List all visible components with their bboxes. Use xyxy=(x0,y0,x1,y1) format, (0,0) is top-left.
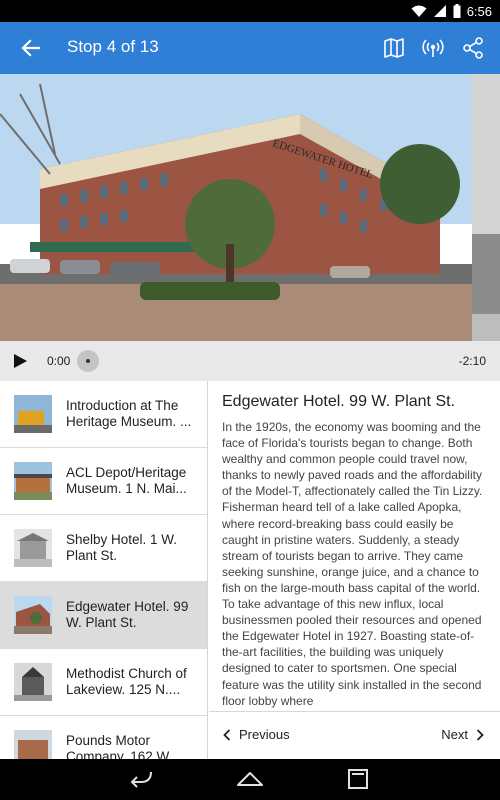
elapsed-time: 0:00 xyxy=(47,354,71,368)
seek-slider-handle[interactable] xyxy=(77,350,99,372)
audio-player: 0:00 -2:10 xyxy=(0,341,500,381)
stop-item[interactable]: Shelby Hotel. 1 W. Plant St. xyxy=(0,515,207,582)
next-label: Next xyxy=(441,727,468,742)
play-icon[interactable] xyxy=(10,351,30,371)
stop-label: ACL Depot/Heritage Museum. 1 N. Mai... xyxy=(66,465,187,496)
chevron-left-icon xyxy=(223,728,231,741)
stop-thumbnail xyxy=(14,596,52,634)
stop-thumbnail xyxy=(14,663,52,701)
wifi-icon xyxy=(411,5,427,17)
stop-thumbnail xyxy=(14,395,52,433)
share-icon[interactable] xyxy=(460,35,486,61)
clock: 6:56 xyxy=(466,3,492,19)
stop-label: Introduction at The Heritage Museum. ... xyxy=(66,398,192,429)
recents-icon[interactable] xyxy=(343,768,373,790)
system-nav-bar xyxy=(0,759,500,800)
stop-item[interactable]: ACL Depot/Heritage Museum. 1 N. Mai... xyxy=(0,448,207,515)
stop-detail-title: Edgewater Hotel. 99 W. Plant St. xyxy=(222,393,456,410)
broadcast-icon[interactable] xyxy=(420,35,446,61)
app-bar: Stop 4 of 13 xyxy=(0,22,500,74)
stop-detail: Edgewater Hotel. 99 W. Plant St. In the … xyxy=(209,381,500,711)
map-icon[interactable] xyxy=(381,35,407,61)
remaining-time: -2:10 xyxy=(458,354,486,368)
home-icon[interactable] xyxy=(235,768,265,790)
stop-label: Edgewater Hotel. 99 W. Plant St. xyxy=(66,599,189,630)
stop-detail-body: In the 1920s, the economy was booming an… xyxy=(222,420,483,708)
stop-thumbnail xyxy=(14,730,52,759)
stop-label: Methodist Church of Lakeview. 125 N.... xyxy=(66,666,187,697)
stop-label: Pounds Motor Company. 162 W... xyxy=(66,733,180,759)
stop-item[interactable]: Pounds Motor Company. 162 W... xyxy=(0,716,207,759)
stop-thumbnail xyxy=(14,462,52,500)
page-title: Stop 4 of 13 xyxy=(67,37,159,56)
back-icon[interactable] xyxy=(127,768,157,790)
edgewater-hotel-photo: EDGEWATER HOTEL xyxy=(0,74,472,341)
previous-label: Previous xyxy=(239,727,290,742)
stop-navigation: Previous Next xyxy=(209,711,500,759)
stop-item[interactable]: Methodist Church of Lakeview. 125 N.... xyxy=(0,649,207,716)
chevron-right-icon xyxy=(476,728,484,741)
back-arrow-icon[interactable] xyxy=(18,35,44,61)
stop-label: Shelby Hotel. 1 W. Plant St. xyxy=(66,532,178,563)
signal-icon xyxy=(433,5,446,17)
stop-photo: EDGEWATER HOTEL xyxy=(0,74,472,341)
stop-item[interactable]: Introduction at The Heritage Museum. ... xyxy=(0,381,207,448)
next-photo-peek xyxy=(472,74,500,341)
battery-icon xyxy=(453,4,461,18)
previous-button[interactable]: Previous xyxy=(223,727,290,742)
stop-thumbnail xyxy=(14,529,52,567)
status-bar: 6:56 xyxy=(0,0,500,22)
next-button[interactable]: Next xyxy=(441,727,484,742)
stop-list: Introduction at The Heritage Museum. ...… xyxy=(0,381,208,759)
stop-item-selected[interactable]: Edgewater Hotel. 99 W. Plant St. xyxy=(0,582,207,649)
